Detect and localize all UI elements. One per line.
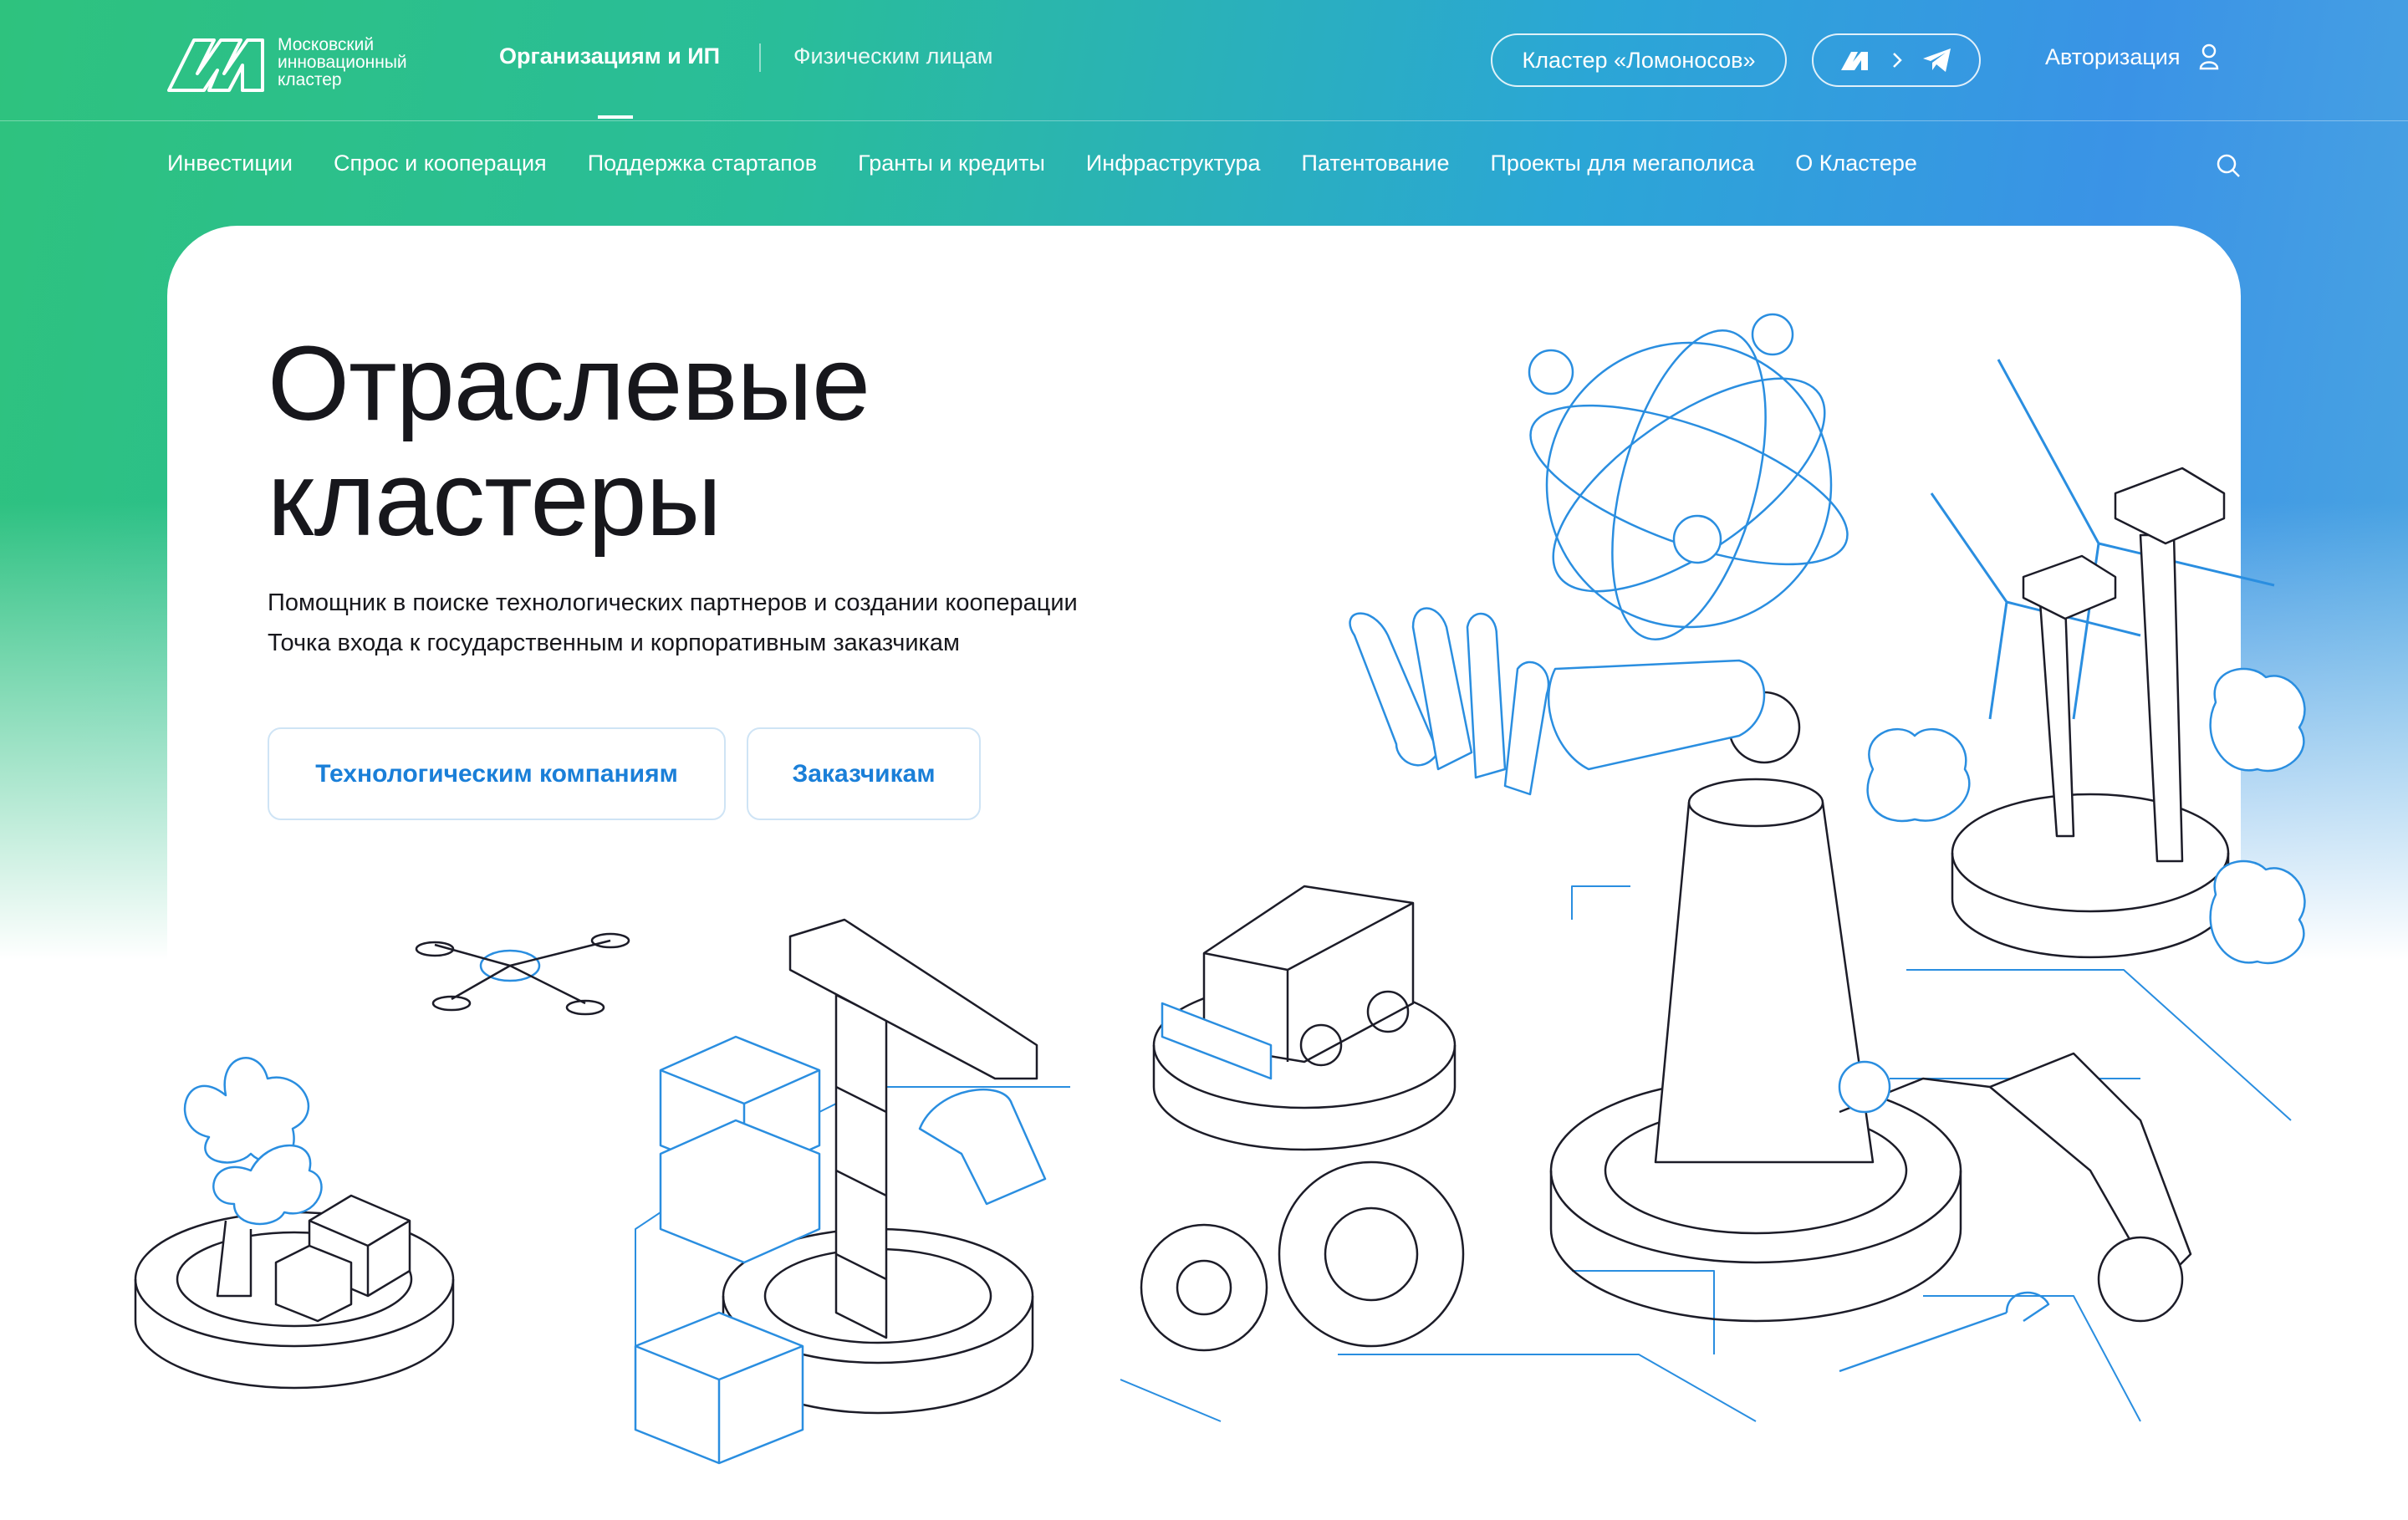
nav-item-patenting[interactable]: Патентование [1302, 150, 1450, 176]
logo-text-line: кластер [278, 69, 342, 89]
nav-item-grants-loans[interactable]: Гранты и кредиты [858, 150, 1045, 176]
logo-text-line: инновационный [278, 52, 407, 72]
nav-item-investments[interactable]: Инвестиции [167, 150, 293, 176]
segment-divider [759, 43, 761, 72]
page-title: Отраслевые кластеры [268, 326, 870, 557]
title-line: кластеры [268, 440, 722, 558]
chevron-right-icon [1893, 53, 1902, 68]
user-icon [2199, 43, 2218, 70]
segment-individuals[interactable]: Физическим лицам [793, 43, 993, 69]
subtitle-line: Помощник в поиске технологических партне… [268, 589, 1078, 616]
customers-button[interactable]: Заказчикам [747, 727, 981, 820]
social-links-pill[interactable] [1812, 33, 1981, 87]
max-icon[interactable] [1839, 48, 1873, 72]
tech-companies-button[interactable]: Технологическим компаниям [268, 727, 726, 820]
telegram-icon[interactable] [1921, 47, 1953, 74]
auth-link[interactable]: Авторизация [2045, 43, 2219, 70]
auth-label: Авторизация [2045, 43, 2181, 69]
hero-subtitle: Помощник в поиске технологических партне… [268, 583, 1078, 663]
title-line: Отраслевые [268, 324, 870, 442]
logo-text: Московский инновационный кластер [278, 36, 436, 89]
cluster-lomonosov-button[interactable]: Кластер «Ломоносов» [1491, 33, 1787, 87]
logo[interactable]: Московский инновационный кластер [166, 28, 436, 95]
nav-item-infrastructure[interactable]: Инфраструктура [1086, 150, 1261, 176]
search-icon[interactable] [2216, 153, 2241, 178]
subtitle-line: Точка входа к государственным и корпорат… [268, 630, 960, 656]
top-bar: Московский инновационный кластер Организ… [0, 0, 2408, 121]
logo-mark-icon [167, 38, 264, 92]
main-nav: Инвестиции Спрос и кооперация Поддержка … [167, 150, 1958, 176]
nav-item-megapolis-projects[interactable]: Проекты для мегаполиса [1491, 150, 1755, 176]
nav-item-demand-cooperation[interactable]: Спрос и кооперация [334, 150, 547, 176]
nav-item-about-cluster[interactable]: О Кластере [1795, 150, 1917, 176]
segment-organizations[interactable]: Организациям и ИП [499, 43, 720, 119]
logo-text-line: Московский [278, 34, 375, 54]
nav-item-startup-support[interactable]: Поддержка стартапов [588, 150, 817, 176]
